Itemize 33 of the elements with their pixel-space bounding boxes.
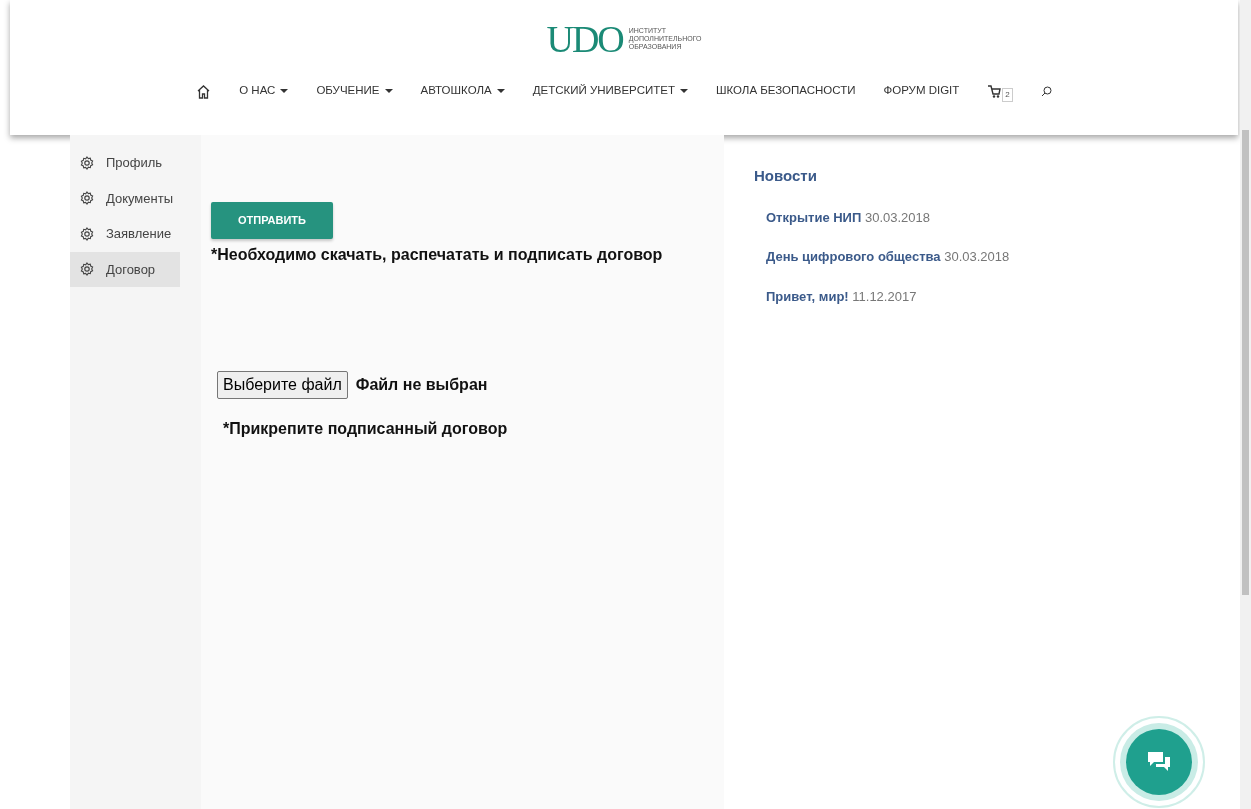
nav-link[interactable]: АВТОШКОЛА	[406, 82, 519, 100]
gear-icon	[80, 226, 94, 241]
search-icon[interactable]	[1040, 85, 1052, 97]
sidebar-item[interactable]: Заявление	[70, 216, 180, 252]
choose-file-button[interactable]: Выберите файл	[217, 370, 348, 399]
news-link[interactable]: Привет, мир!	[766, 288, 849, 304]
scrollbar[interactable]	[1240, 0, 1251, 809]
attach-instruction: *Прикрепите подписанный договор	[223, 418, 509, 439]
chat-icon	[1147, 751, 1171, 773]
gear-icon	[80, 155, 94, 170]
nav-link[interactable]: ШКОЛА БЕЗОПАСНОСТИ	[701, 82, 870, 100]
news-date: 30.03.2018	[944, 249, 1010, 264]
news-date: 11.12.2017	[852, 288, 917, 304]
sidebar-item[interactable]: Договор	[70, 251, 180, 287]
logo-mark: UDO	[546, 20, 623, 58]
news-link[interactable]: Открытие НИП	[766, 209, 862, 225]
sidebar-item[interactable]: Профиль	[70, 145, 180, 181]
cart-icon[interactable]	[987, 84, 1002, 98]
gear-icon	[80, 262, 94, 277]
gear-icon	[80, 191, 94, 206]
cart-count: 2	[1002, 88, 1013, 102]
submit-button[interactable]: ОТПРАВИТЬ	[211, 202, 333, 239]
news-heading: Новости	[754, 166, 818, 186]
news-link[interactable]: День цифрового общества	[766, 249, 941, 264]
home-icon[interactable]	[196, 83, 212, 99]
nav-link[interactable]: ОБУЧЕНИЕ	[302, 82, 407, 100]
news-date: 30.03.2018	[864, 209, 930, 225]
sidebar-item[interactable]: Документы	[70, 180, 180, 216]
file-status: Файл не выбран	[355, 374, 488, 395]
nav-link[interactable]: ДЕТСКИЙ УНИВЕРСИТЕТ	[518, 82, 702, 100]
nav-link[interactable]: ФОРУМ DIGIT	[869, 82, 974, 100]
instruction-text: *Необходимо скачать, распечатать и подписать договор	[211, 244, 664, 265]
nav-link[interactable]: О НАС	[225, 82, 303, 100]
